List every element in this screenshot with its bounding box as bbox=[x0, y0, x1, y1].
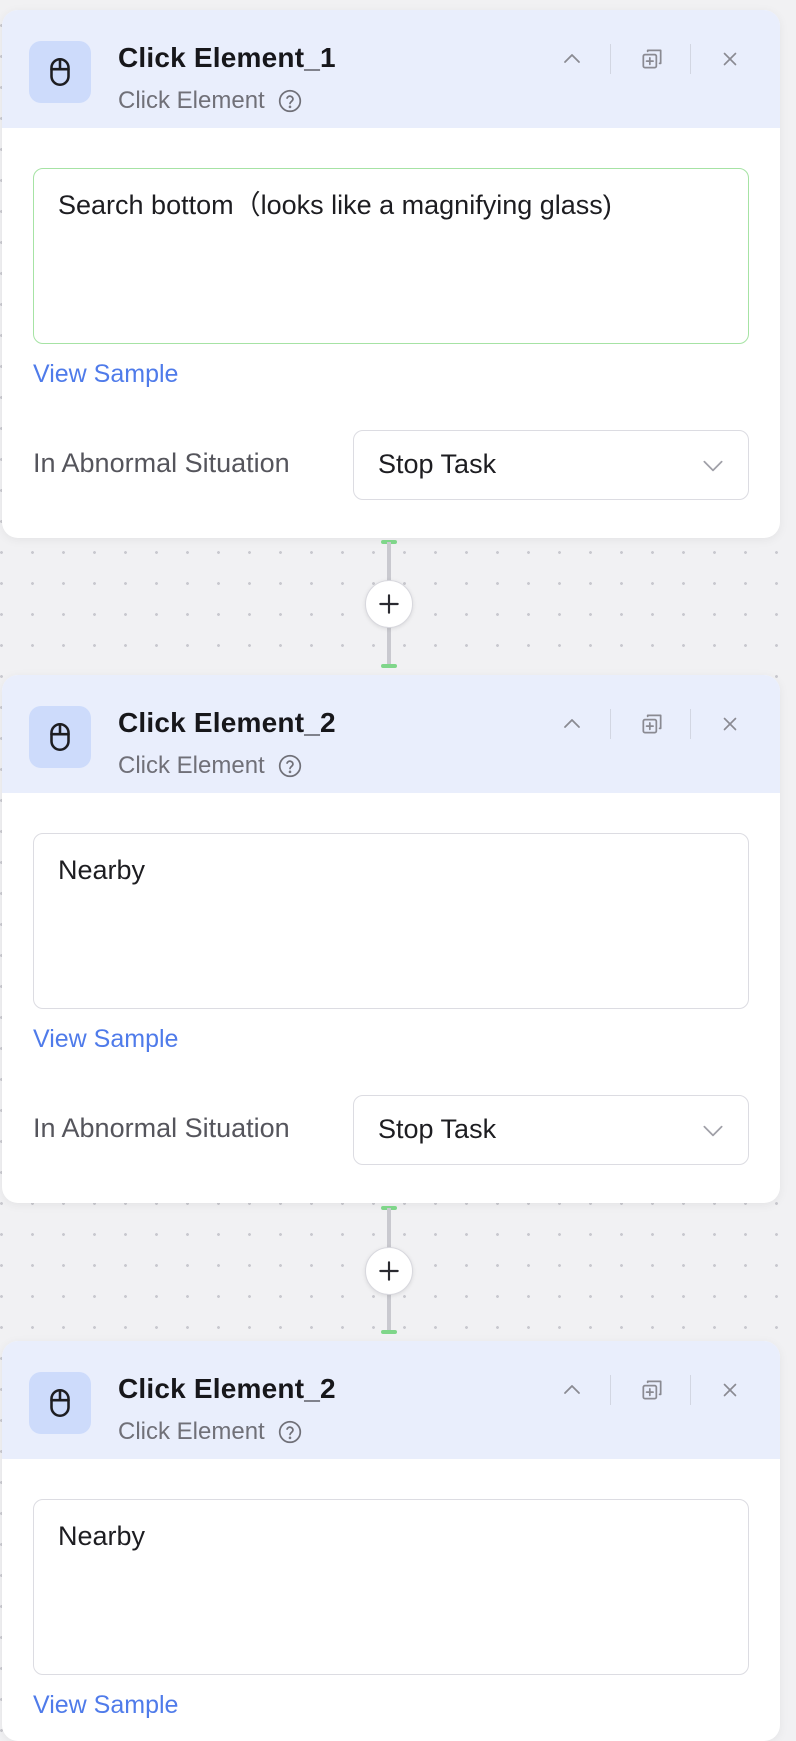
chevron-up-icon[interactable] bbox=[555, 1373, 589, 1407]
chevron-down-icon bbox=[700, 453, 726, 479]
question-circle-icon[interactable] bbox=[277, 1419, 303, 1445]
node-type-label: Click Element bbox=[118, 1418, 265, 1445]
chevron-down-icon bbox=[700, 1118, 726, 1144]
add-node-button[interactable] bbox=[365, 580, 413, 628]
close-icon[interactable] bbox=[713, 1373, 747, 1407]
element-description-input[interactable]: Nearby bbox=[33, 833, 749, 1009]
element-description-input[interactable]: Search bottom（looks like a magnifying gl… bbox=[33, 168, 749, 344]
node-title: Click Element_1 bbox=[118, 42, 336, 73]
node-type-label: Click Element bbox=[118, 752, 265, 779]
element-description-input[interactable]: Nearby bbox=[33, 1499, 749, 1675]
node-title: Click Element_2 bbox=[118, 707, 336, 738]
node-header[interactable]: Click Element_2 Click Element bbox=[2, 675, 780, 793]
node-subtitle: Click Element bbox=[118, 1418, 303, 1446]
node-header[interactable]: Click Element_1 Click Element bbox=[2, 10, 780, 128]
abnormal-situation-select[interactable]: Stop Task bbox=[353, 430, 749, 500]
abnormal-situation-label: In Abnormal Situation bbox=[33, 448, 290, 478]
divider bbox=[610, 1375, 611, 1405]
chevron-up-icon[interactable] bbox=[555, 42, 589, 76]
connector-cap bbox=[381, 664, 397, 668]
divider bbox=[690, 1375, 691, 1405]
close-icon[interactable] bbox=[713, 707, 747, 741]
connector-cap bbox=[381, 1330, 397, 1334]
mouse-icon bbox=[29, 706, 91, 768]
divider bbox=[610, 44, 611, 74]
copy-add-icon[interactable] bbox=[635, 42, 669, 76]
chevron-up-icon[interactable] bbox=[555, 707, 589, 741]
question-circle-icon[interactable] bbox=[277, 753, 303, 779]
select-value: Stop Task bbox=[378, 449, 497, 479]
mouse-icon bbox=[29, 41, 91, 103]
abnormal-situation-select[interactable]: Stop Task bbox=[353, 1095, 749, 1165]
view-sample-link[interactable]: View Sample bbox=[33, 360, 178, 389]
node-card-3: Click Element_2 Click Element Nearby Vie… bbox=[2, 1341, 780, 1741]
close-icon[interactable] bbox=[713, 42, 747, 76]
node-card-2: Click Element_2 Click Element Nearby Vie… bbox=[2, 675, 780, 1203]
divider bbox=[610, 709, 611, 739]
mouse-icon bbox=[29, 1372, 91, 1434]
node-subtitle: Click Element bbox=[118, 87, 303, 115]
view-sample-link[interactable]: View Sample bbox=[33, 1691, 178, 1720]
view-sample-link[interactable]: View Sample bbox=[33, 1025, 178, 1054]
node-type-label: Click Element bbox=[118, 87, 265, 114]
copy-add-icon[interactable] bbox=[635, 1373, 669, 1407]
add-node-button[interactable] bbox=[365, 1247, 413, 1295]
abnormal-situation-label: In Abnormal Situation bbox=[33, 1113, 290, 1143]
node-header[interactable]: Click Element_2 Click Element bbox=[2, 1341, 780, 1459]
node-subtitle: Click Element bbox=[118, 752, 303, 780]
divider bbox=[690, 709, 691, 739]
node-card-1: Click Element_1 Click Element Search bot… bbox=[2, 10, 780, 538]
question-circle-icon[interactable] bbox=[277, 88, 303, 114]
copy-add-icon[interactable] bbox=[635, 707, 669, 741]
plus-icon bbox=[379, 1261, 399, 1281]
select-value: Stop Task bbox=[378, 1114, 497, 1144]
divider bbox=[690, 44, 691, 74]
node-title: Click Element_2 bbox=[118, 1373, 336, 1404]
plus-icon bbox=[379, 594, 399, 614]
